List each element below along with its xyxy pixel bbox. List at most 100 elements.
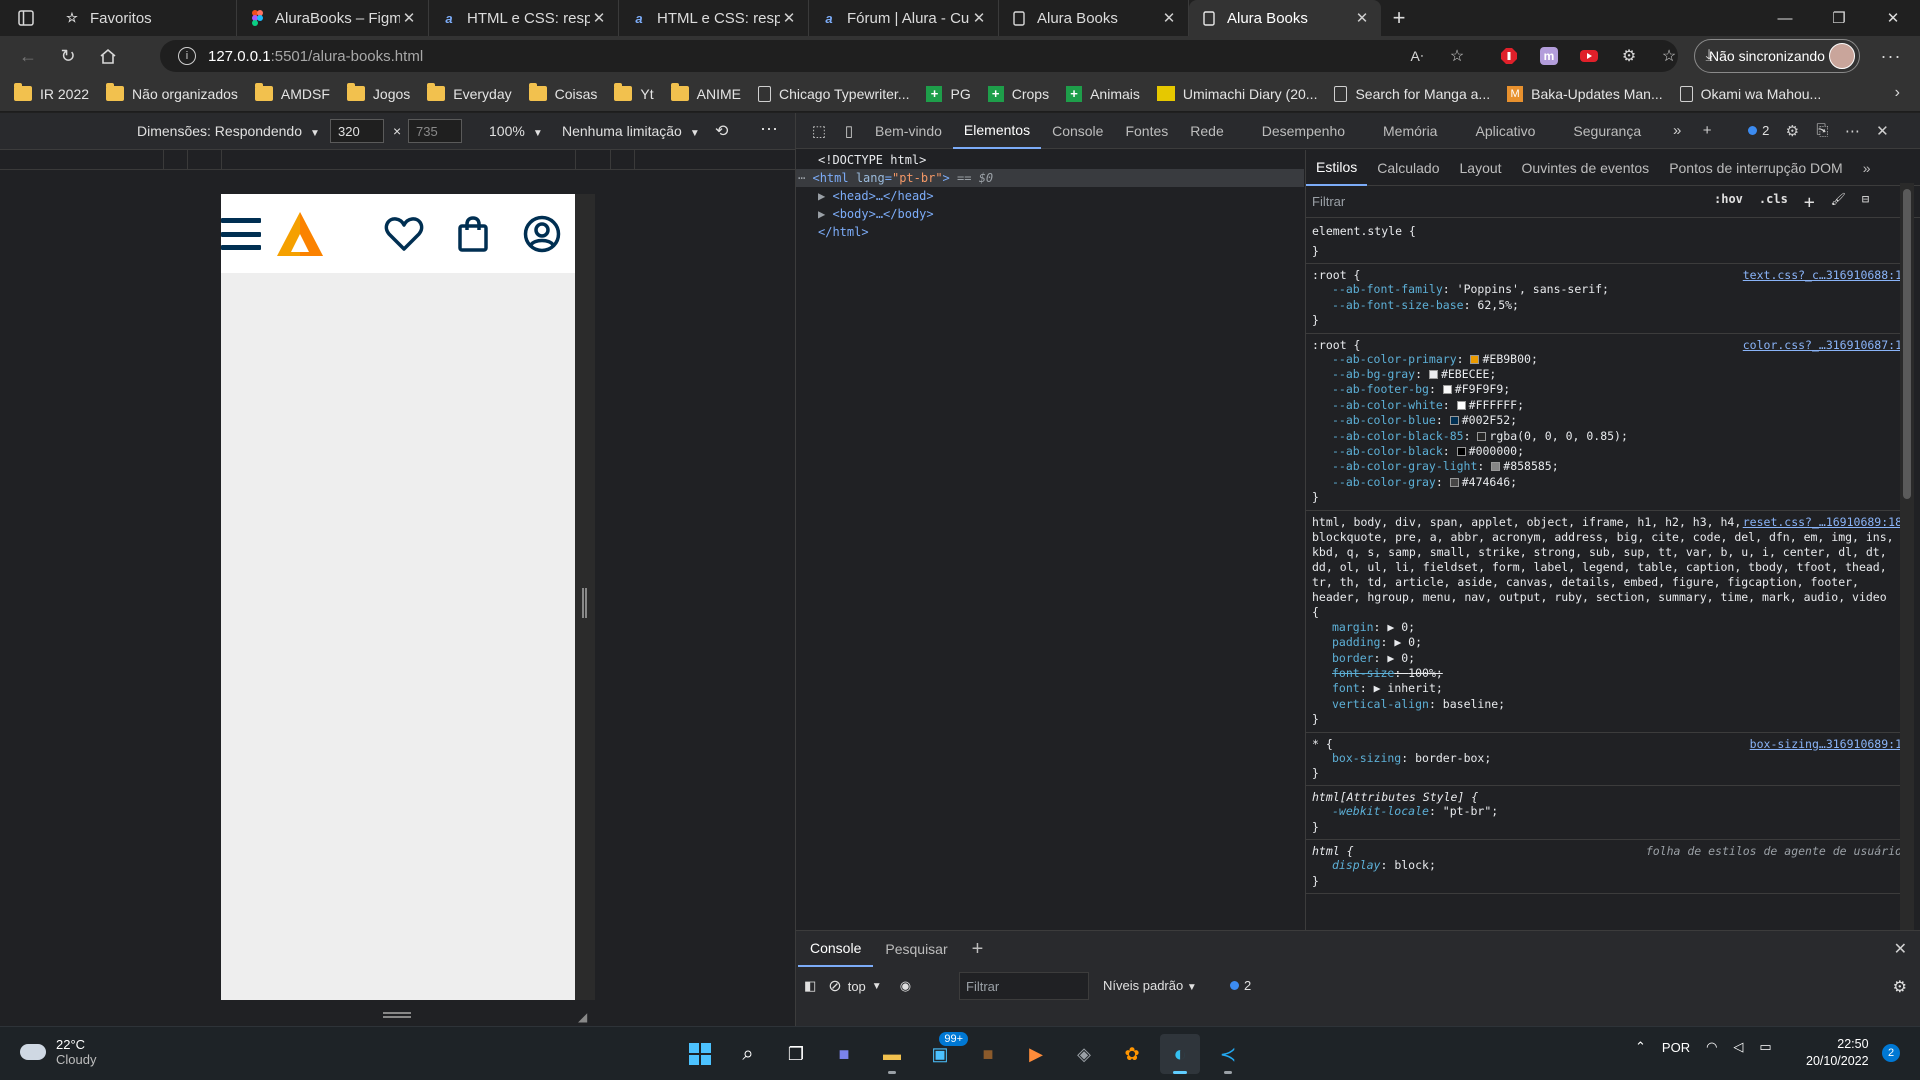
tab-fontes[interactable]: Fontes (1114, 113, 1179, 149)
color-swatch[interactable] (1470, 354, 1480, 364)
favorites-button[interactable]: ☆ (1652, 39, 1686, 73)
restore-button[interactable]: ❐ (1812, 0, 1866, 36)
style-declaration[interactable]: --ab-color-gray-light: #858585; (1312, 459, 1896, 474)
issues-counter[interactable]: 2 (1740, 123, 1777, 138)
log-levels-dropdown[interactable]: Níveis padrão ▼ (1103, 978, 1197, 993)
close-icon[interactable]: ✕ (1353, 9, 1371, 27)
devtools-more-button[interactable]: ⋯ (1837, 113, 1867, 149)
extension-adblock[interactable] (1492, 39, 1526, 73)
color-swatch[interactable] (1428, 370, 1438, 380)
tab-alura-forum[interactable]: a Fórum | Alura - Cursos onli ✕ (809, 0, 999, 36)
app-button[interactable]: ◈ (1064, 1034, 1104, 1074)
store-button[interactable]: ▣ 99+ (920, 1032, 968, 1074)
tab-rede[interactable]: Rede (1179, 113, 1234, 149)
device-toolbar-toggle[interactable]: ▯ (834, 113, 864, 149)
console-filter-input[interactable]: Filtrar (959, 972, 1089, 1000)
dom-node-doctype[interactable]: <!DOCTYPE html> (796, 151, 1304, 169)
tab-layout[interactable]: Layout (1450, 150, 1512, 186)
cls-toggle[interactable]: .cls (1759, 192, 1788, 213)
live-expression-eye-icon[interactable]: ◉ (900, 978, 911, 994)
bookmark-link[interactable]: + PG (926, 85, 971, 102)
close-icon[interactable]: ✕ (400, 9, 418, 27)
rule-source-link[interactable]: color.css?_…316910687:1 (1743, 338, 1902, 352)
drawer-add-button[interactable]: + (960, 931, 996, 967)
rule-selector[interactable]: element.style { (1312, 224, 1896, 238)
throttle-dropdown[interactable]: Nenhuma limitação ▼ (562, 123, 700, 139)
style-declaration[interactable]: --ab-color-gray: #474646; (1312, 475, 1896, 490)
close-devtools-button[interactable]: ✕ (1867, 113, 1897, 149)
minecraft-button[interactable]: ■ (968, 1034, 1008, 1074)
tab-alura-books-active[interactable]: Alura Books ✕ (1189, 0, 1381, 36)
tab-actions-button[interactable] (0, 0, 52, 36)
tab-figma[interactable]: AluraBooks – Figma ✕ (237, 0, 429, 36)
add-favorite-button[interactable]: ☆ (1440, 39, 1474, 73)
add-tool-button[interactable]: + (1692, 113, 1722, 149)
chat-button[interactable]: ■ (824, 1034, 864, 1074)
refresh-button[interactable]: ↻ (48, 36, 88, 76)
style-declaration[interactable]: font-size: 100%; (1312, 666, 1896, 681)
bookmark-folder[interactable]: ANIME (670, 83, 741, 102)
toggle-sidebar-icon[interactable]: ⊟ (1862, 192, 1869, 213)
tab-pontos-dom[interactable]: Pontos de interrupção DOM (1659, 150, 1853, 186)
new-tab-button[interactable]: + (1381, 0, 1417, 36)
tab-memoria[interactable]: Memória (1372, 113, 1448, 149)
close-icon[interactable]: ✕ (780, 9, 798, 27)
expand-arrow-icon[interactable]: ▶ (818, 207, 825, 221)
wifi-icon[interactable]: ◠ (1706, 1039, 1717, 1055)
bookmark-folder[interactable]: Yt (614, 83, 654, 102)
color-swatch[interactable] (1477, 431, 1487, 441)
media-player-button[interactable]: ▶ (1016, 1034, 1056, 1074)
color-swatch[interactable] (1449, 477, 1459, 487)
bookmark-folder[interactable]: AMDSF (254, 83, 330, 102)
close-window-button[interactable]: ✕ (1866, 0, 1920, 36)
close-icon[interactable]: ✕ (1160, 9, 1178, 27)
dom-node-html[interactable]: ⋯ <html lang="pt-br"> == $0 (796, 169, 1304, 187)
extension-m[interactable]: m (1532, 39, 1566, 73)
style-declaration[interactable]: box-sizing: border-box; (1312, 751, 1896, 766)
site-info-icon[interactable]: i (178, 47, 196, 65)
connect-button[interactable]: ⎘ (1807, 113, 1837, 149)
search-button[interactable]: ⌕ (728, 1034, 768, 1074)
style-declaration[interactable]: padding: ▶ 0; (1312, 635, 1896, 650)
style-declaration[interactable]: --ab-font-size-base: 62,5%; (1312, 298, 1896, 313)
drawer-tab-console[interactable]: Console (798, 931, 874, 967)
color-swatch[interactable] (1449, 416, 1459, 426)
bookmark-link[interactable]: Search for Manga a... (1334, 85, 1490, 102)
scrollbar-thumb[interactable] (1903, 189, 1911, 499)
dimensions-dropdown[interactable]: Dimensões: Respondendo ▼ (137, 123, 320, 139)
rule-selector[interactable]: html[Attributes Style] { (1312, 790, 1896, 804)
sidebar-toggle-icon[interactable]: ◧ (804, 978, 816, 994)
more-tabs-button[interactable]: » (1662, 113, 1692, 149)
viewport-height-input[interactable]: 735 (408, 119, 462, 143)
zoom-dropdown[interactable]: 100% ▼ (489, 123, 543, 139)
devtools-settings-button[interactable]: ⚙ (1777, 113, 1807, 149)
styles-scrollbar[interactable] (1900, 183, 1914, 935)
file-explorer-button[interactable]: ▬ (872, 1034, 912, 1074)
console-settings-gear-icon[interactable]: ⚙ (1893, 977, 1907, 997)
chevron-up-icon[interactable]: ⌃ (1635, 1039, 1646, 1055)
style-declaration[interactable]: font: ▶ inherit; (1312, 681, 1896, 696)
tab-calculado[interactable]: Calculado (1367, 150, 1449, 186)
user-account-icon[interactable] (522, 214, 562, 254)
more-panes-button[interactable]: » (1853, 150, 1881, 186)
style-declaration[interactable]: display: block; (1312, 858, 1896, 873)
tab-elementos[interactable]: Elementos (952, 113, 1042, 149)
minimize-button[interactable]: — (1758, 0, 1812, 36)
style-declaration[interactable]: --ab-bg-gray: #EBECEE; (1312, 367, 1896, 382)
clear-console-icon[interactable]: ⊘ (828, 976, 841, 996)
bookmark-folder[interactable]: Jogos (346, 83, 410, 102)
tab-seguranca[interactable]: Segurança (1562, 113, 1652, 149)
style-declaration[interactable]: border: ▶ 0; (1312, 651, 1896, 666)
close-icon[interactable]: ✕ (590, 9, 608, 27)
back-button[interactable]: ← (8, 36, 48, 76)
style-declaration[interactable]: --ab-color-primary: #EB9B00; (1312, 352, 1896, 367)
bookmark-folder[interactable]: Everyday (427, 83, 512, 102)
bookmark-folder[interactable]: IR 2022 (14, 83, 89, 102)
tab-aplicativo[interactable]: Aplicativo (1464, 113, 1546, 149)
resize-handle-bottom-icon[interactable] (383, 1012, 411, 1018)
style-declaration[interactable]: --ab-color-blue: #002F52; (1312, 413, 1896, 428)
tab-console[interactable]: Console (1041, 113, 1114, 149)
bookmark-link[interactable]: + Crops (987, 85, 1049, 102)
bookmark-folder[interactable]: Coisas (528, 83, 597, 102)
shopping-bag-icon[interactable] (453, 214, 493, 254)
